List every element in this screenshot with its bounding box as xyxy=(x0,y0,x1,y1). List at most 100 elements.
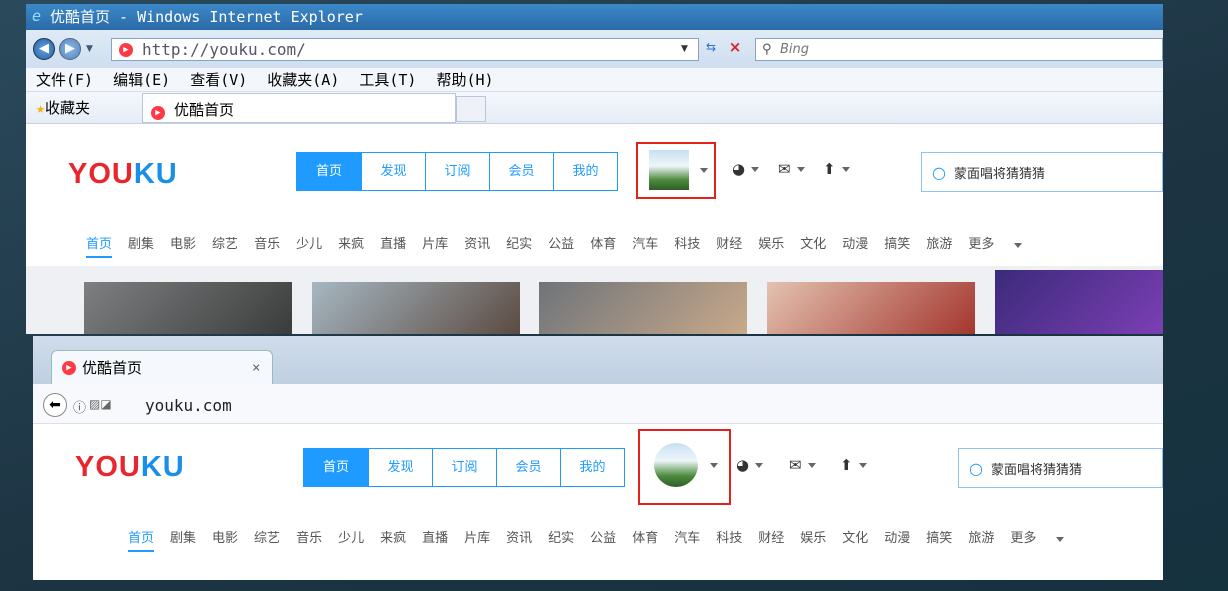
avatar[interactable] xyxy=(649,150,689,190)
upload-button[interactable]: ⬆ xyxy=(840,456,867,474)
video-thumbnail[interactable] xyxy=(84,282,292,334)
video-thumbnail[interactable] xyxy=(539,282,747,334)
category-item[interactable]: 文化 xyxy=(842,528,868,552)
mail-button[interactable]: ✉ xyxy=(789,456,816,474)
category-item[interactable]: 公益 xyxy=(590,528,616,552)
tab-home[interactable]: 首页 xyxy=(304,449,368,486)
youku-favicon-icon: ▶ xyxy=(62,361,76,375)
tab-vip[interactable]: 会员 xyxy=(496,449,560,486)
close-icon[interactable]: × xyxy=(252,351,260,385)
category-item[interactable]: 动漫 xyxy=(842,234,868,258)
menu-favorites[interactable]: 收藏夹(A) xyxy=(267,71,339,89)
category-item[interactable]: 来疯 xyxy=(380,528,406,552)
category-item[interactable]: 财经 xyxy=(716,234,742,258)
avatar[interactable] xyxy=(654,443,698,487)
category-item[interactable]: 片库 xyxy=(464,528,490,552)
menu-edit[interactable]: 编辑(E) xyxy=(113,71,170,89)
tracking-icon[interactable]: ▨◪ xyxy=(89,397,112,411)
category-item[interactable]: 电影 xyxy=(212,528,238,552)
more-dropdown[interactable]: 更多 xyxy=(968,234,1038,258)
category-item[interactable]: 纪实 xyxy=(548,528,574,552)
category-item[interactable]: 财经 xyxy=(758,528,784,552)
youku-logo[interactable]: YOUKU xyxy=(68,158,178,191)
url-dropdown-icon[interactable]: ▼ xyxy=(681,44,688,54)
category-item[interactable]: 科技 xyxy=(674,234,700,258)
tab-mine[interactable]: 我的 xyxy=(560,449,624,486)
category-item[interactable]: 直播 xyxy=(380,234,406,258)
chevron-down-icon[interactable] xyxy=(700,168,708,173)
category-item[interactable]: 少儿 xyxy=(338,528,364,552)
category-item[interactable]: 科技 xyxy=(716,528,742,552)
tab-discover[interactable]: 发现 xyxy=(361,153,425,190)
category-item[interactable]: 剧集 xyxy=(128,234,154,258)
video-thumbnail[interactable] xyxy=(767,282,975,334)
new-tab-button[interactable] xyxy=(456,96,486,122)
menu-file[interactable]: 文件(F) xyxy=(36,71,93,89)
ie-tab-active[interactable]: ▶ 优酷首页 xyxy=(142,93,456,123)
category-item[interactable]: 文化 xyxy=(800,234,826,258)
tab-discover[interactable]: 发现 xyxy=(368,449,432,486)
history-button[interactable]: ◕ xyxy=(736,456,764,474)
category-item[interactable]: 纪实 xyxy=(506,234,532,258)
stop-icon[interactable]: × xyxy=(726,38,744,56)
category-item[interactable]: 首页 xyxy=(128,528,155,552)
more-dropdown[interactable]: 更多 xyxy=(1010,528,1080,552)
category-item[interactable]: 首页 xyxy=(86,234,113,258)
menu-tools[interactable]: 工具(T) xyxy=(359,71,416,89)
favorites-button[interactable]: ★收藏夹 xyxy=(36,92,90,124)
menu-view[interactable]: 查看(V) xyxy=(190,71,247,89)
category-item[interactable]: 体育 xyxy=(632,528,658,552)
category-item[interactable]: 音乐 xyxy=(254,234,280,258)
ie-page: YOUKU 首页 发现 订阅 会员 我的 ◕ ✉ ⬆ ○ 蒙面唱将猜猜猜 首页 … xyxy=(26,124,1163,334)
history-button[interactable]: ◕ xyxy=(732,160,760,178)
category-item[interactable]: 体育 xyxy=(590,234,616,258)
chevron-down-icon[interactable] xyxy=(710,463,718,468)
youku-search-input[interactable]: ○ 蒙面唱将猜猜猜 xyxy=(921,152,1163,192)
category-item[interactable]: 综艺 xyxy=(212,234,238,258)
refresh-icon[interactable]: ⇆ xyxy=(702,40,720,58)
youku-logo[interactable]: YOUKU xyxy=(75,451,185,484)
back-button[interactable]: ◀ xyxy=(33,38,55,60)
upload-button[interactable]: ⬆ xyxy=(823,160,850,178)
category-item[interactable]: 搞笑 xyxy=(884,234,910,258)
ff-url-text[interactable]: youku.com xyxy=(145,396,232,415)
video-thumbnail[interactable] xyxy=(312,282,520,334)
category-item[interactable]: 少儿 xyxy=(296,234,322,258)
tab-mine[interactable]: 我的 xyxy=(553,153,617,190)
ff-tab-active[interactable]: ▶ 优酷首页 × xyxy=(51,350,273,386)
tab-vip[interactable]: 会员 xyxy=(489,153,553,190)
tab-subscribe[interactable]: 订阅 xyxy=(432,449,496,486)
category-item[interactable]: 直播 xyxy=(422,528,448,552)
category-item[interactable]: 汽车 xyxy=(632,234,658,258)
category-item[interactable]: 电影 xyxy=(170,234,196,258)
category-item[interactable]: 剧集 xyxy=(170,528,196,552)
mail-button[interactable]: ✉ xyxy=(778,160,805,178)
category-item[interactable]: 汽车 xyxy=(674,528,700,552)
category-item[interactable]: 旅游 xyxy=(926,234,952,258)
category-item[interactable]: 动漫 xyxy=(884,528,910,552)
tab-home[interactable]: 首页 xyxy=(297,153,361,190)
video-thumbnail[interactable] xyxy=(995,270,1163,334)
history-dropdown-icon[interactable]: ▼ xyxy=(86,44,93,54)
category-item[interactable]: 公益 xyxy=(548,234,574,258)
back-button[interactable]: ⬅ xyxy=(43,393,67,417)
category-item[interactable]: 搞笑 xyxy=(926,528,952,552)
category-item[interactable]: 资讯 xyxy=(464,234,490,258)
category-item[interactable]: 综艺 xyxy=(254,528,280,552)
ie-search-field[interactable]: ⚲ Bing xyxy=(755,38,1163,61)
category-item[interactable]: 片库 xyxy=(422,234,448,258)
youku-search-input[interactable]: ○ 蒙面唱将猜猜猜 xyxy=(958,448,1163,488)
category-item[interactable]: 娱乐 xyxy=(800,528,826,552)
category-item[interactable]: 旅游 xyxy=(968,528,994,552)
tab-subscribe[interactable]: 订阅 xyxy=(425,153,489,190)
category-item[interactable]: 娱乐 xyxy=(758,234,784,258)
category-item[interactable]: 音乐 xyxy=(296,528,322,552)
forward-button[interactable]: ▶ xyxy=(59,38,81,60)
category-item[interactable]: 来疯 xyxy=(338,234,364,258)
ie-url-field[interactable]: ▶ http://youku.com/ xyxy=(111,38,699,61)
category-item[interactable]: 资讯 xyxy=(506,528,532,552)
youku-nav-tabs: 首页 发现 订阅 会员 我的 xyxy=(296,152,618,191)
menu-help[interactable]: 帮助(H) xyxy=(436,71,493,89)
back-icon: ◀ xyxy=(39,41,49,56)
info-icon[interactable]: ⓘ xyxy=(73,397,86,416)
